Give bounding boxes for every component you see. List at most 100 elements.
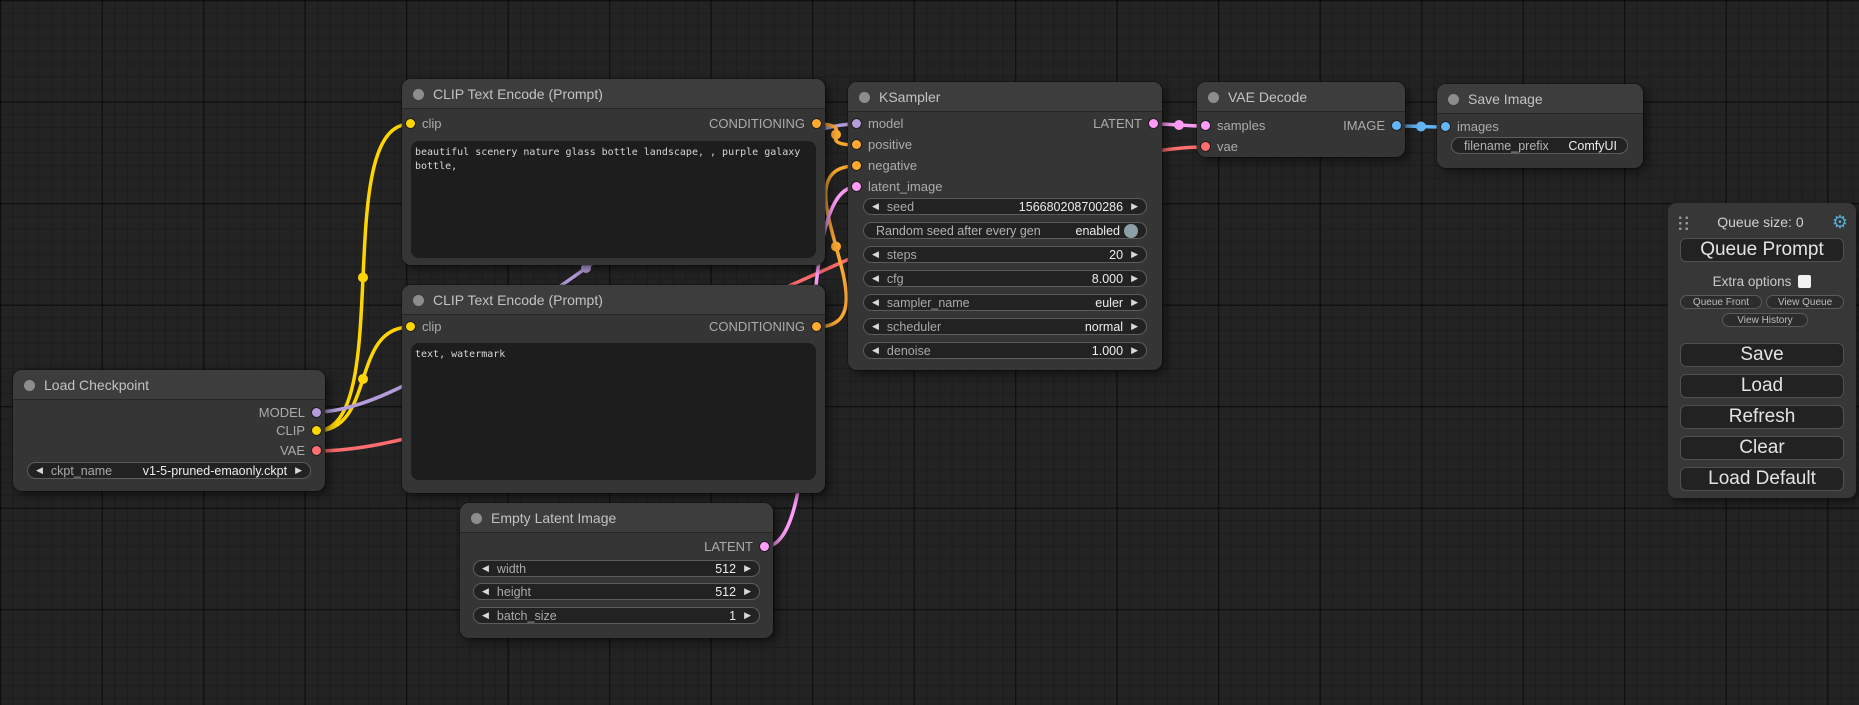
node-collapse-dot[interactable]: [413, 295, 424, 306]
steps-widget[interactable]: ◀ steps 20 ▶: [863, 246, 1147, 263]
images-input-dot[interactable]: [1441, 122, 1450, 131]
vae-input-dot[interactable]: [1201, 142, 1210, 151]
clip-input-dot[interactable]: [406, 119, 415, 128]
stepper-left-icon[interactable]: ◀: [482, 587, 489, 596]
node-title-bar[interactable]: CLIP Text Encode (Prompt): [402, 79, 825, 109]
input-slot-negative[interactable]: negative: [852, 157, 917, 174]
stepper-right-icon[interactable]: ▶: [1131, 250, 1138, 259]
queue-prompt-button[interactable]: Queue Prompt: [1680, 238, 1844, 262]
refresh-button[interactable]: Refresh: [1680, 405, 1844, 429]
extra-options-checkbox[interactable]: [1798, 275, 1811, 288]
clip-input-dot[interactable]: [406, 322, 415, 331]
filename-prefix-widget[interactable]: filename_prefix ComfyUI: [1451, 137, 1628, 154]
stepper-right-icon[interactable]: ▶: [744, 564, 751, 573]
output-slot-model[interactable]: MODEL: [259, 404, 321, 421]
node-save-image[interactable]: Save Image images filename_prefix ComfyU…: [1437, 84, 1643, 168]
latent-image-input-dot[interactable]: [852, 182, 861, 191]
node-collapse-dot[interactable]: [413, 89, 424, 100]
stepper-right-icon[interactable]: ▶: [295, 466, 302, 475]
output-slot-latent[interactable]: LATENT: [1093, 115, 1158, 132]
stepper-left-icon[interactable]: ◀: [872, 250, 879, 259]
stepper-right-icon[interactable]: ▶: [1131, 298, 1138, 307]
stepper-right-icon[interactable]: ▶: [1131, 322, 1138, 331]
stepper-left-icon[interactable]: ◀: [482, 611, 489, 620]
output-slot-conditioning[interactable]: CONDITIONING: [709, 115, 821, 132]
input-slot-clip[interactable]: clip: [406, 115, 442, 132]
output-slot-latent[interactable]: LATENT: [704, 538, 769, 555]
cfg-widget[interactable]: ◀ cfg 8.000 ▶: [863, 270, 1147, 287]
view-queue-button[interactable]: View Queue: [1766, 295, 1844, 309]
clip-output-dot[interactable]: [312, 426, 321, 435]
stepper-right-icon[interactable]: ▶: [1131, 274, 1138, 283]
node-empty-latent-image[interactable]: Empty Latent Image LATENT ◀ width 512 ▶ …: [460, 503, 773, 638]
positive-prompt-textarea[interactable]: beautiful scenery nature glass bottle la…: [411, 141, 816, 258]
vae-output-dot[interactable]: [312, 446, 321, 455]
clear-button[interactable]: Clear: [1680, 436, 1844, 460]
stepper-left-icon[interactable]: ◀: [872, 322, 879, 331]
stepper-right-icon[interactable]: ▶: [744, 611, 751, 620]
seed-widget[interactable]: ◀ seed 156680208700286 ▶: [863, 198, 1147, 215]
sampler-name-widget[interactable]: ◀ sampler_name euler ▶: [863, 294, 1147, 311]
stepper-left-icon[interactable]: ◀: [36, 466, 43, 475]
image-output-dot[interactable]: [1392, 121, 1401, 130]
negative-prompt-textarea[interactable]: text, watermark: [411, 343, 816, 480]
node-clip-text-encode-negative[interactable]: CLIP Text Encode (Prompt) clip CONDITION…: [402, 285, 825, 493]
node-title-bar[interactable]: Empty Latent Image: [460, 503, 773, 533]
toggle-circle-icon[interactable]: [1124, 224, 1138, 238]
output-slot-vae[interactable]: VAE: [280, 442, 321, 459]
input-slot-images[interactable]: images: [1441, 118, 1499, 135]
settings-gear-icon[interactable]: ⚙: [1832, 213, 1848, 231]
drag-handle-icon[interactable]: [1676, 214, 1689, 230]
input-slot-clip[interactable]: clip: [406, 318, 442, 335]
node-title-bar[interactable]: VAE Decode: [1197, 82, 1405, 112]
node-collapse-dot[interactable]: [24, 380, 35, 391]
save-button[interactable]: Save: [1680, 343, 1844, 367]
node-title-bar[interactable]: KSampler: [848, 82, 1162, 112]
queue-front-button[interactable]: Queue Front: [1680, 295, 1762, 309]
model-output-dot[interactable]: [312, 408, 321, 417]
latent-output-dot[interactable]: [1149, 119, 1158, 128]
node-ksampler[interactable]: KSampler model positive negative latent_…: [848, 82, 1162, 370]
stepper-left-icon[interactable]: ◀: [872, 202, 879, 211]
stepper-right-icon[interactable]: ▶: [744, 587, 751, 596]
stepper-left-icon[interactable]: ◀: [482, 564, 489, 573]
input-slot-vae[interactable]: vae: [1201, 138, 1238, 155]
node-collapse-dot[interactable]: [471, 513, 482, 524]
node-title-bar[interactable]: Load Checkpoint: [13, 370, 325, 400]
output-slot-conditioning[interactable]: CONDITIONING: [709, 318, 821, 335]
conditioning-output-dot[interactable]: [812, 119, 821, 128]
input-slot-samples[interactable]: samples: [1201, 117, 1265, 134]
stepper-right-icon[interactable]: ▶: [1131, 202, 1138, 211]
node-collapse-dot[interactable]: [1208, 92, 1219, 103]
load-default-button[interactable]: Load Default: [1680, 467, 1844, 491]
node-vae-decode[interactable]: VAE Decode samples vae IMAGE: [1197, 82, 1405, 157]
output-slot-image[interactable]: IMAGE: [1343, 117, 1401, 134]
latent-output-dot[interactable]: [760, 542, 769, 551]
node-clip-text-encode-positive[interactable]: CLIP Text Encode (Prompt) clip CONDITION…: [402, 79, 825, 265]
scheduler-widget[interactable]: ◀ scheduler normal ▶: [863, 318, 1147, 335]
input-slot-latent-image[interactable]: latent_image: [852, 178, 942, 195]
denoise-widget[interactable]: ◀ denoise 1.000 ▶: [863, 342, 1147, 359]
width-widget[interactable]: ◀ width 512 ▶: [473, 560, 760, 577]
view-history-button[interactable]: View History: [1722, 313, 1808, 327]
input-slot-positive[interactable]: positive: [852, 136, 912, 153]
stepper-left-icon[interactable]: ◀: [872, 274, 879, 283]
samples-input-dot[interactable]: [1201, 121, 1210, 130]
node-collapse-dot[interactable]: [859, 92, 870, 103]
node-title-bar[interactable]: CLIP Text Encode (Prompt): [402, 285, 825, 315]
load-button[interactable]: Load: [1680, 374, 1844, 398]
conditioning-output-dot[interactable]: [812, 322, 821, 331]
stepper-left-icon[interactable]: ◀: [872, 298, 879, 307]
output-slot-clip[interactable]: CLIP: [276, 422, 321, 439]
model-input-dot[interactable]: [852, 119, 861, 128]
node-load-checkpoint[interactable]: Load Checkpoint MODEL CLIP VAE ◀ ckpt_na…: [13, 370, 325, 491]
graph-canvas[interactable]: Load Checkpoint MODEL CLIP VAE ◀ ckpt_na…: [0, 0, 1859, 705]
positive-input-dot[interactable]: [852, 140, 861, 149]
node-title-bar[interactable]: Save Image: [1437, 84, 1643, 114]
stepper-right-icon[interactable]: ▶: [1131, 346, 1138, 355]
batch-size-widget[interactable]: ◀ batch_size 1 ▶: [473, 607, 760, 624]
node-collapse-dot[interactable]: [1448, 94, 1459, 105]
ckpt-name-widget[interactable]: ◀ ckpt_name v1-5-pruned-emaonly.ckpt ▶: [27, 462, 311, 479]
stepper-left-icon[interactable]: ◀: [872, 346, 879, 355]
input-slot-model[interactable]: model: [852, 115, 903, 132]
